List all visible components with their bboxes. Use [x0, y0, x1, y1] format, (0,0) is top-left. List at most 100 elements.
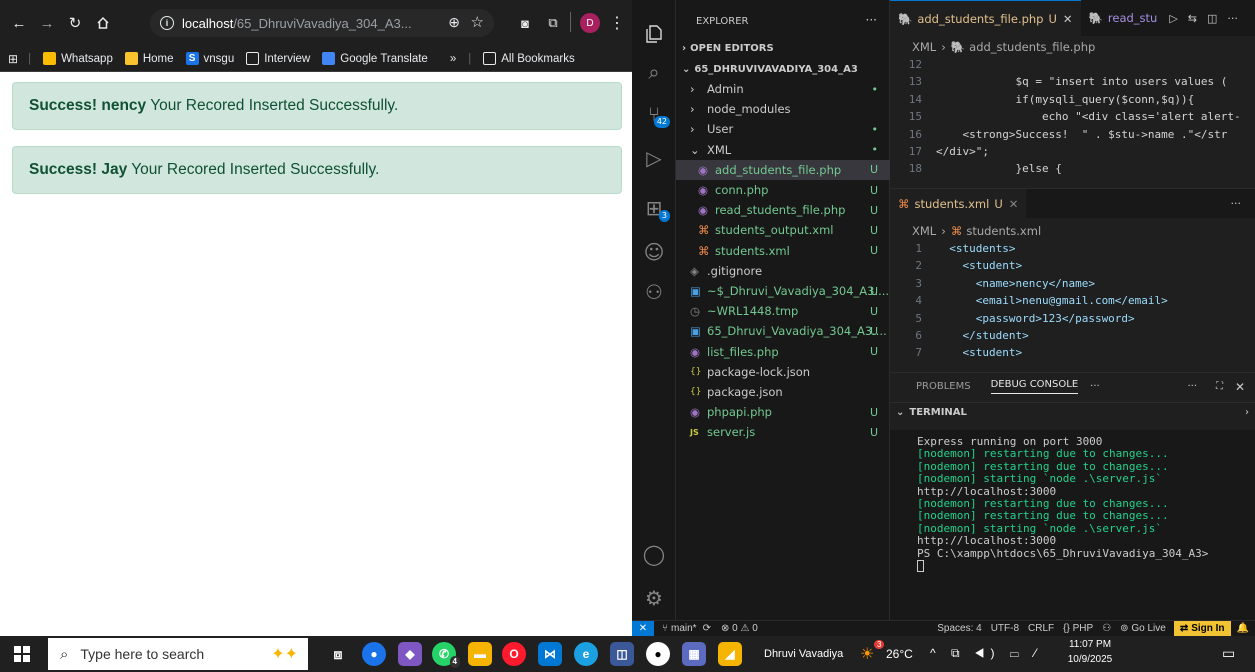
tree-item[interactable]: ⌘ students.xml U: [676, 241, 890, 261]
account-icon[interactable]: ◯: [640, 540, 668, 568]
system-tray-icons[interactable]: ^ ⧉ ◀) ▭ ⁄: [930, 646, 1042, 661]
sync-icon[interactable]: ⟳: [703, 623, 711, 634]
reload-icon[interactable]: ↻: [62, 10, 88, 36]
tree-item[interactable]: ▣ 65_Dhruvi_Vavadiya_304_A3.... U: [676, 321, 890, 341]
eol-setting[interactable]: CRLF: [1028, 623, 1054, 634]
bookmark-vnsgu[interactable]: Svnsgu: [185, 52, 234, 65]
remote-indicator-icon[interactable]: ✕: [632, 620, 654, 637]
branch-name[interactable]: main*: [671, 623, 697, 634]
clock-time[interactable]: 11:07 PM: [1060, 639, 1120, 650]
tree-item[interactable]: {} package.json: [676, 382, 890, 402]
tree-item[interactable]: › node_modules: [676, 99, 890, 119]
file-explorer-icon[interactable]: ▬: [468, 642, 492, 666]
opera-icon[interactable]: O: [502, 642, 526, 666]
open-editors-header[interactable]: › OPEN EDITORS: [676, 38, 890, 58]
close-icon[interactable]: ✕: [1009, 197, 1019, 211]
run-debug-icon[interactable]: ▷: [640, 144, 668, 172]
back-icon[interactable]: ←: [6, 10, 32, 36]
tree-item[interactable]: ◉ phpapi.php U: [676, 402, 890, 422]
tree-item[interactable]: JS server.js U: [676, 422, 890, 442]
bookmark-home[interactable]: Home: [124, 52, 174, 65]
menu-kebab-icon[interactable]: ⋮: [604, 10, 630, 36]
bookmark-interview[interactable]: Interview: [246, 52, 310, 65]
compare-icon[interactable]: ⇆: [1188, 12, 1197, 25]
run-icon[interactable]: ▷: [1169, 12, 1177, 25]
zoom-icon[interactable]: ⊕: [448, 14, 460, 31]
home-icon[interactable]: [90, 10, 116, 36]
tab-debug-console[interactable]: DEBUG CONSOLE: [990, 379, 1079, 394]
app-icon[interactable]: ▦: [682, 642, 706, 666]
panel-more-icon[interactable]: ···: [1090, 381, 1100, 392]
problems-counter[interactable]: ⊗ 0 ⚠ 0: [721, 623, 758, 634]
extensions-icon[interactable]: ⧉: [540, 10, 566, 36]
tree-item[interactable]: ◉ add_students_file.php U: [676, 159, 890, 180]
tree-item[interactable]: ▣ ~$_Dhruvi_Vavadiya_304_A3.... U: [676, 281, 890, 301]
panel-more-icon[interactable]: ···: [1187, 381, 1197, 392]
tree-item[interactable]: ◈ .gitignore: [676, 261, 890, 281]
search-icon[interactable]: ⌕: [640, 58, 668, 86]
edge-icon[interactable]: e: [574, 642, 598, 666]
maximize-panel-icon[interactable]: ⛶: [1216, 381, 1223, 392]
source-control-icon[interactable]: ⑂ 42: [640, 100, 670, 128]
terminal-header[interactable]: ⌄ TERMINAL ›: [890, 402, 1255, 422]
split-editor-icon[interactable]: ◫: [1207, 12, 1217, 25]
chrome-icon[interactable]: ●: [362, 642, 386, 666]
tree-item[interactable]: ◉ read_students_file.php U: [676, 200, 890, 220]
tree-item[interactable]: ⌄ XML •: [676, 140, 890, 160]
notifications-icon[interactable]: 🔔: [1237, 623, 1249, 634]
app-icon[interactable]: ●: [646, 642, 670, 666]
weather-temp[interactable]: 26°C: [886, 647, 913, 661]
tab-read-students-file[interactable]: 🐘 read_stu: [1081, 0, 1166, 36]
close-icon[interactable]: ✕: [1063, 12, 1073, 26]
tree-item[interactable]: ◷ ~WRL1448.tmp U: [676, 301, 890, 321]
camera-extension-icon[interactable]: ◙: [512, 10, 538, 36]
weather-icon[interactable]: ☀: [860, 644, 874, 664]
explorer-more-icon[interactable]: ···: [866, 13, 877, 27]
tab-add-students-file[interactable]: 🐘 add_students_file.php U ✕: [890, 0, 1081, 36]
notification-center-icon[interactable]: ▭: [1222, 645, 1235, 662]
copilot-status-icon[interactable]: ⚇: [1102, 623, 1111, 634]
sticky-notes-icon[interactable]: ◢: [718, 642, 742, 666]
bookmark-whatsapp[interactable]: Whatsapp: [43, 52, 113, 65]
taskbar-search-box[interactable]: ⌕ Type here to search ✦✦: [48, 638, 308, 670]
profile-avatar[interactable]: D: [580, 13, 600, 33]
tab-students-xml[interactable]: ⌘ students.xml U ✕: [890, 188, 1027, 219]
task-view-icon[interactable]: ⧈: [326, 642, 350, 666]
bookmark-google-translate[interactable]: Google Translate: [322, 52, 428, 65]
taskbar-user[interactable]: Dhruvi Vavadiya: [764, 648, 843, 660]
extensions-icon[interactable]: ⊞ 3: [640, 194, 670, 222]
chevron-right-icon[interactable]: ›: [1245, 407, 1249, 418]
tree-item[interactable]: ◉ conn.php U: [676, 180, 890, 200]
tree-item[interactable]: {} package-lock.json: [676, 362, 890, 382]
whatsapp-icon[interactable]: ✆ 4: [432, 642, 460, 668]
all-bookmarks-button[interactable]: All Bookmarks: [483, 52, 575, 65]
apps-grid-icon[interactable]: ⊞: [8, 52, 18, 66]
windows-start-icon[interactable]: [14, 646, 30, 662]
more-actions-icon[interactable]: ···: [1231, 197, 1242, 210]
more-bookmarks-button[interactable]: »: [450, 53, 456, 65]
clock-date[interactable]: 10/9/2025: [1060, 654, 1120, 665]
copilot-icon[interactable]: ☺: [640, 238, 668, 266]
tree-item[interactable]: › User •: [676, 119, 890, 139]
app-icon[interactable]: ◫: [610, 642, 634, 666]
indent-setting[interactable]: Spaces: 4: [937, 623, 981, 634]
terminal-output[interactable]: Express running on port 3000 [nodemon] re…: [890, 430, 1255, 620]
encoding-setting[interactable]: UTF-8: [991, 623, 1019, 634]
forward-icon[interactable]: →: [34, 10, 60, 36]
tree-item[interactable]: ◉ list_files.php U: [676, 342, 890, 362]
sign-in-button[interactable]: ⇄ Sign In: [1173, 620, 1231, 637]
tab-problems[interactable]: PROBLEMS: [916, 381, 971, 392]
explorer-files-icon[interactable]: [640, 20, 668, 48]
close-panel-icon[interactable]: ✕: [1235, 380, 1245, 394]
site-info-icon[interactable]: i: [160, 16, 174, 30]
vscode-taskbar-icon[interactable]: ⋈: [538, 642, 562, 666]
tree-item[interactable]: › Admin •: [676, 79, 890, 99]
tree-item[interactable]: ⌘ students_output.xml U: [676, 220, 890, 240]
language-mode[interactable]: {} PHP: [1063, 623, 1093, 634]
address-bar[interactable]: i localhost/65_DhruviVavadiya_304_A3... …: [150, 9, 494, 37]
workspace-root-header[interactable]: ⌄ 65_DHRUVIVAVADIYA_304_A3: [676, 59, 890, 79]
more-actions-icon[interactable]: ···: [1227, 12, 1238, 25]
app-icon[interactable]: ◆: [398, 642, 422, 666]
remote-explorer-icon[interactable]: ⚇: [640, 278, 668, 306]
go-live-button[interactable]: ⊚ Go Live: [1120, 623, 1166, 634]
